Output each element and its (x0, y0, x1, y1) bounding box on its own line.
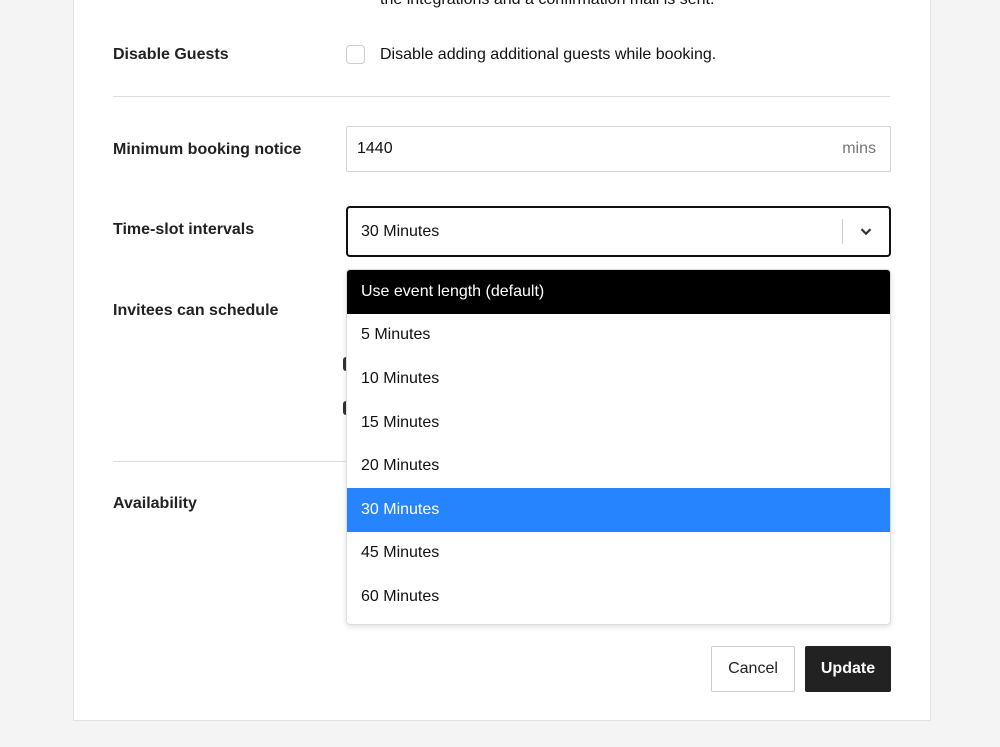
time-slot-select[interactable]: 30 Minutes (346, 206, 891, 257)
select-separator (842, 219, 843, 244)
minimum-notice-label: Minimum booking notice (113, 141, 302, 158)
time-slot-label: Time-slot intervals (113, 221, 255, 238)
disable-guests-text: Disable adding additional guests while b… (380, 46, 717, 63)
chevron-down-icon[interactable] (857, 222, 875, 240)
divider (113, 96, 890, 97)
cancel-button[interactable]: Cancel (711, 646, 795, 692)
option-event-length[interactable]: Use event length (default) (347, 270, 890, 314)
minimum-notice-value: 1440 (357, 140, 393, 157)
time-slot-dropdown-menu: Use event length (default) 5 Minutes 10 … (346, 269, 891, 625)
option-10-minutes[interactable]: 10 Minutes (347, 357, 890, 401)
confirmation-note: the integrations and a confirmation mail… (380, 0, 714, 9)
option-60-minutes[interactable]: 60 Minutes (347, 575, 890, 619)
option-20-minutes[interactable]: 20 Minutes (347, 444, 890, 488)
minimum-notice-unit: mins (842, 140, 876, 157)
option-5-minutes[interactable]: 5 Minutes (347, 314, 890, 358)
availability-label: Availability (113, 495, 197, 512)
option-45-minutes[interactable]: 45 Minutes (347, 532, 890, 576)
option-15-minutes[interactable]: 15 Minutes (347, 401, 890, 445)
invitees-label: Invitees can schedule (113, 302, 279, 319)
disable-guests-checkbox[interactable] (346, 45, 365, 64)
update-button[interactable]: Update (805, 646, 891, 692)
time-slot-selected: 30 Minutes (361, 222, 440, 240)
minimum-notice-input[interactable]: 1440 mins (346, 126, 891, 172)
option-30-minutes[interactable]: 30 Minutes (347, 487, 890, 532)
divider (113, 461, 353, 462)
disable-guests-label: Disable Guests (113, 46, 229, 63)
